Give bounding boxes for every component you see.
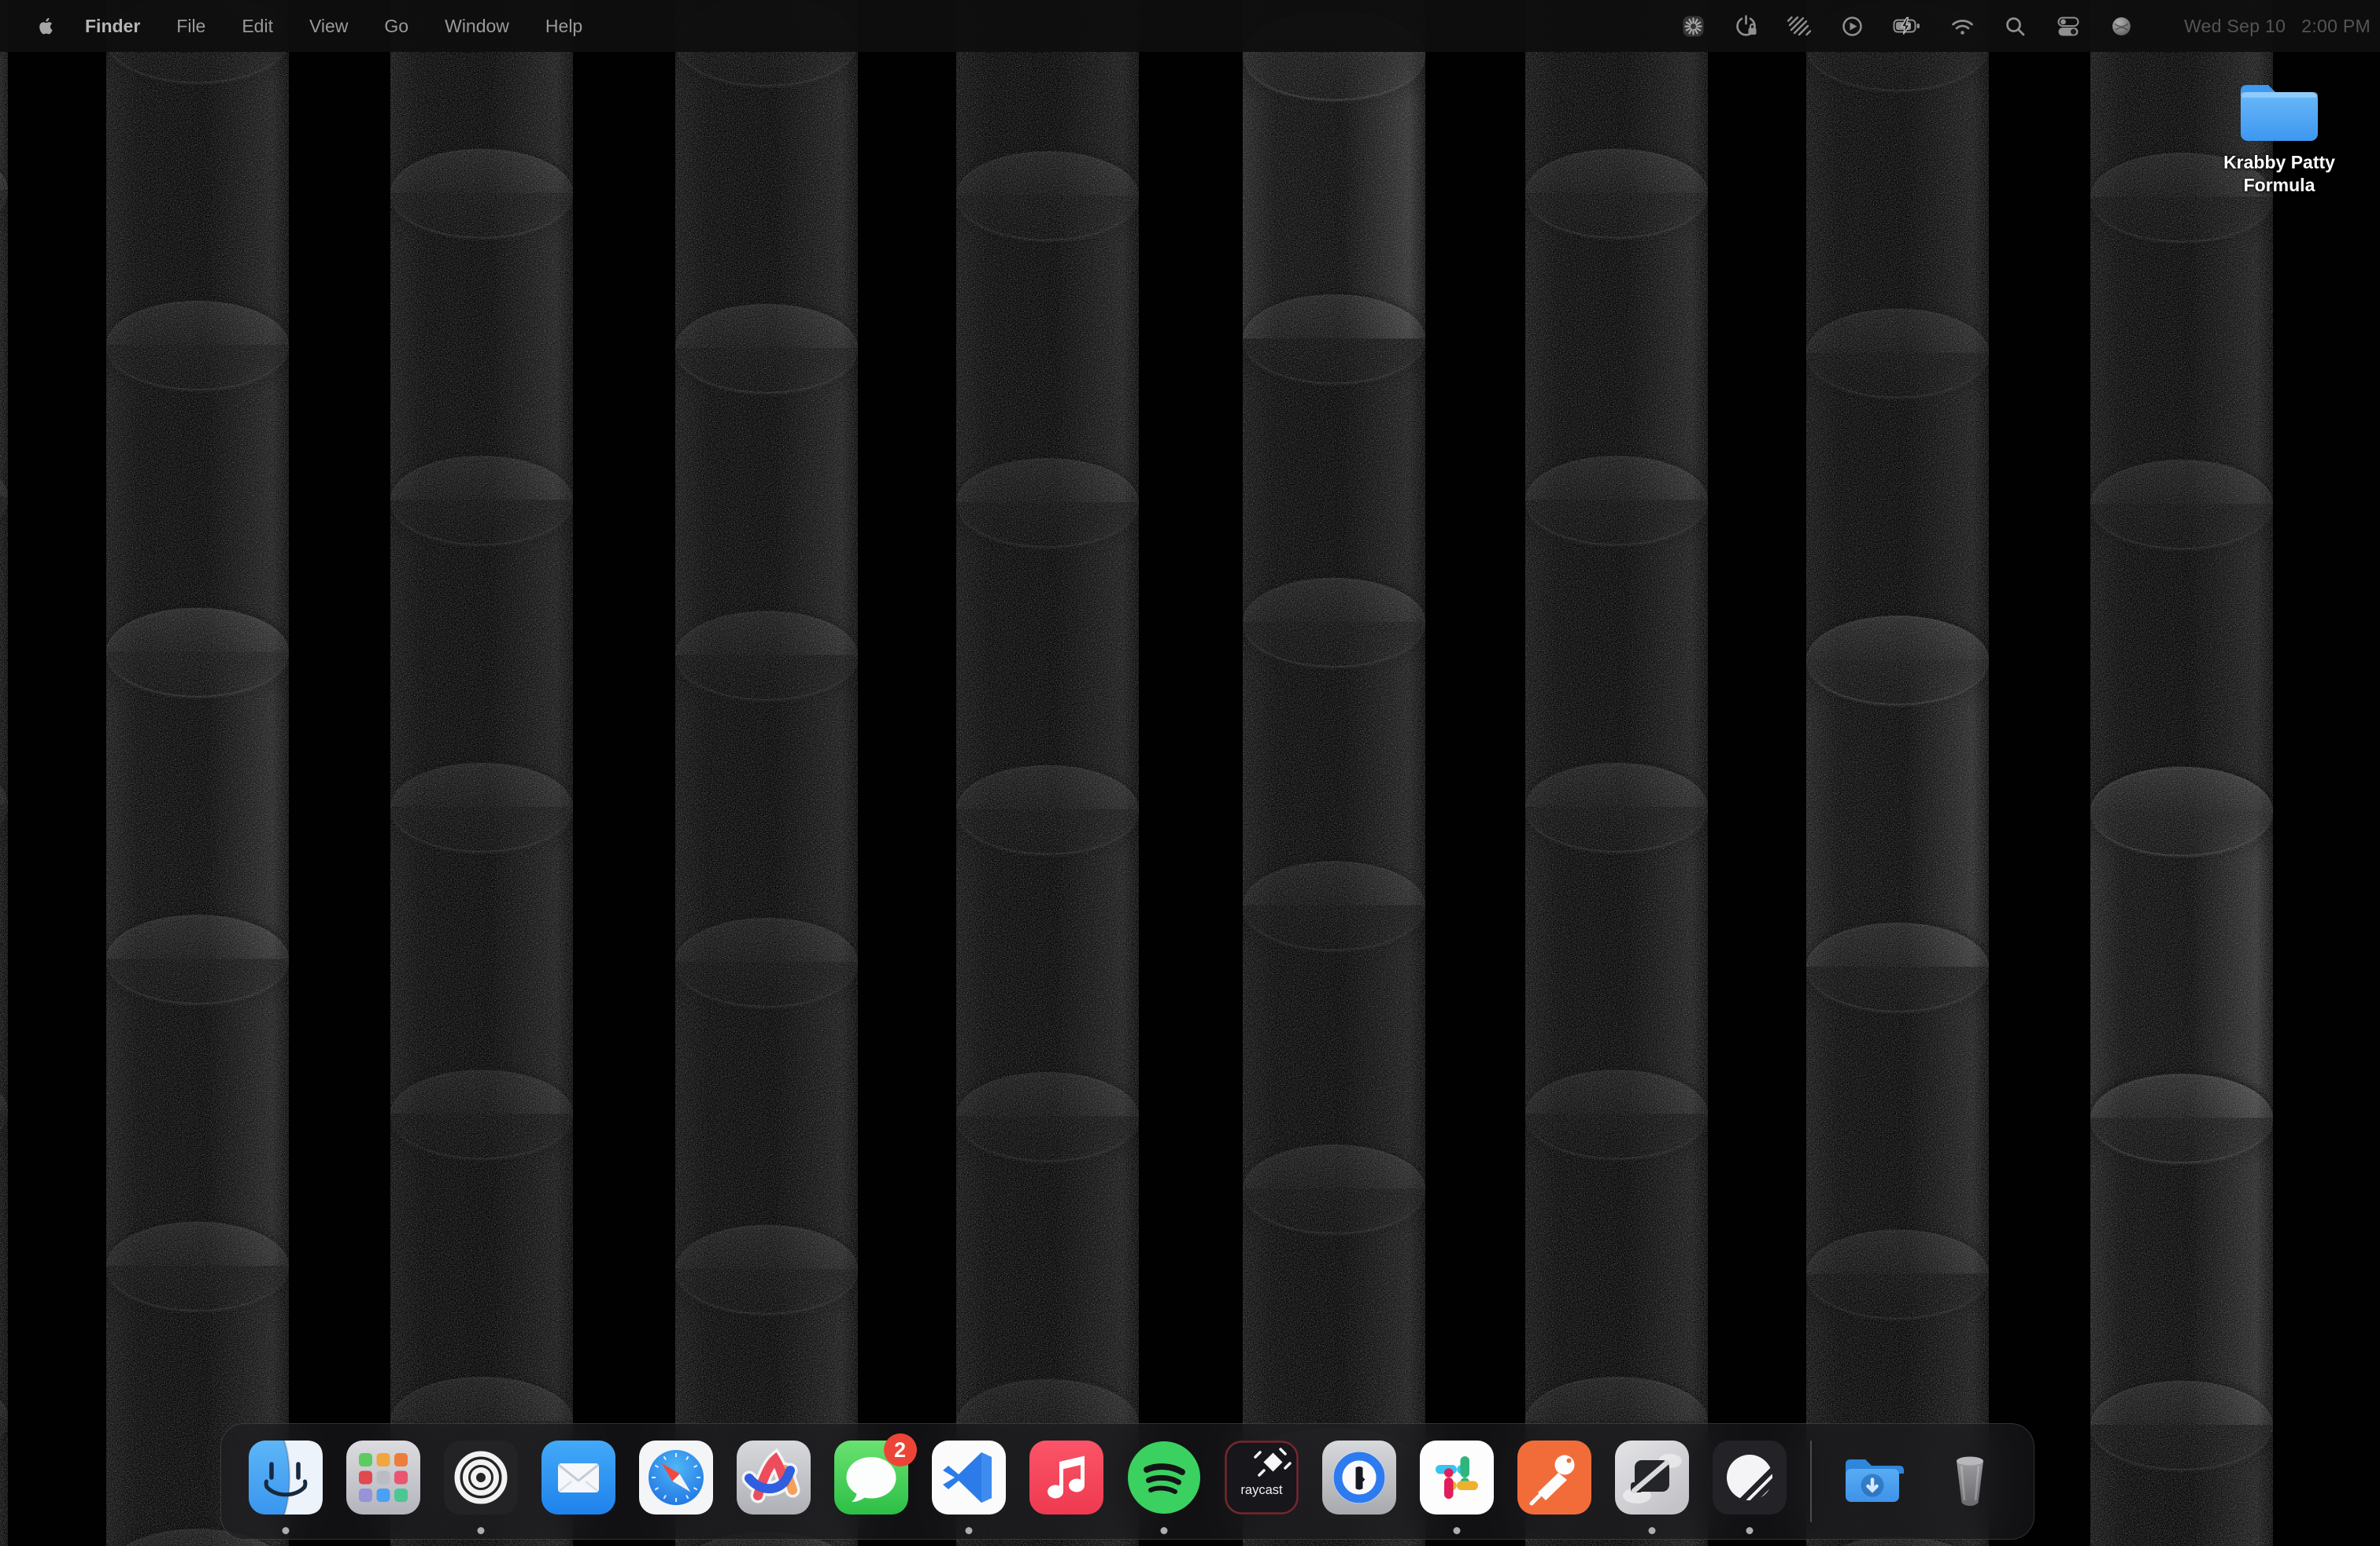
downloads-app-icon [1835,1441,1909,1515]
wifi-menu-icon[interactable] [1950,14,1975,39]
desktop-screen: Finder File Edit View Go Window Help Wed Sep 1… [0,0,2380,1546]
running-indicator [477,1527,484,1534]
dock-item-zed[interactable] [1603,1424,1701,1539]
running-indicator [1746,1527,1753,1534]
dock-item-finder[interactable] [237,1424,334,1539]
wallpaper-cylinder-column [1525,0,1708,1546]
menu-go[interactable]: Go [384,16,408,37]
power-lock-menu-icon[interactable] [1734,14,1758,39]
arc-app-icon [737,1441,811,1515]
vscode-app-icon [932,1441,1006,1515]
running-indicator [1160,1527,1167,1534]
linear-app-icon [1713,1441,1787,1515]
wallpaper-cylinder-column [1806,0,1989,1546]
dock-item-safari[interactable] [627,1424,725,1539]
dock-item-vscode[interactable] [920,1424,1018,1539]
menu-file[interactable]: File [176,16,205,37]
wallpaper-cylinder-column [1243,0,1425,1546]
wallpaper-cylinder-column [675,0,858,1546]
dock-item-slack[interactable] [1408,1424,1506,1539]
desktop-folder-krabby-patty-formula[interactable]: Krabby Patty Formula [2201,71,2358,197]
safari-app-icon [639,1441,713,1515]
dock-item-spotify[interactable] [1115,1424,1213,1539]
dock-item-music[interactable] [1018,1424,1115,1539]
desktop-wallpaper [0,0,2380,1546]
control-center-menu-icon[interactable] [2056,14,2081,39]
rewind-app-icon [444,1441,518,1515]
slack-app-icon [1420,1441,1494,1515]
dock-item-launchpad[interactable] [334,1424,432,1539]
dock-item-mail[interactable] [530,1424,627,1539]
menu-view[interactable]: View [309,16,348,37]
striped-slash-menu-icon[interactable] [1787,14,1812,38]
wallpaper-cylinder-column [2090,0,2273,1546]
dock-item-raycast[interactable]: raycast [1213,1424,1310,1539]
wallpaper-cylinder-column [0,0,8,1546]
wallpaper-cylinder-column [956,0,1139,1546]
starburst-menu-icon[interactable] [1681,14,1706,39]
messages-app-icon: 2 [834,1441,908,1515]
running-indicator [282,1527,289,1534]
mail-app-icon [541,1441,615,1515]
battery-charging-menu-icon[interactable] [1893,14,1922,38]
dock-item-rewind[interactable] [432,1424,530,1539]
globe-sphere-menu-icon[interactable] [2109,14,2134,39]
menu-edit[interactable]: Edit [242,16,273,37]
music-app-icon [1029,1441,1103,1515]
clock-date: Wed Sep 10 [2184,16,2286,37]
dock-item-messages[interactable]: 2 [822,1424,920,1539]
launchpad-app-icon [346,1441,420,1515]
dock: 2 raycast [220,1423,2034,1540]
blue-folder-icon [2233,71,2326,146]
dock-item-arc[interactable] [725,1424,822,1539]
dock-divider [1810,1441,1812,1522]
menu-bar: Finder File Edit View Go Window Help Wed Sep 1… [0,0,2380,52]
notification-badge: 2 [884,1433,917,1466]
trash-app-icon [1933,1441,2007,1515]
dock-item-downloads[interactable] [1824,1424,1921,1539]
running-indicator [965,1527,972,1534]
clock-time: 2:00 PM [2301,16,2371,37]
spotlight-search-menu-icon[interactable] [2003,14,2027,39]
onepassword-app-icon [1322,1441,1396,1515]
zed-app-icon [1615,1441,1689,1515]
desktop-folder-label: Krabby Patty Formula [2204,151,2355,197]
dock-item-onepassword[interactable] [1310,1424,1408,1539]
running-indicator [1453,1527,1460,1534]
svg-text:raycast: raycast [1240,1483,1283,1497]
menu-help[interactable]: Help [545,16,582,37]
menu-list: Finder File Edit View Go Window Help [85,16,582,37]
dock-item-trash[interactable] [1921,1424,2019,1539]
now-playing-menu-icon[interactable] [1840,14,1864,39]
finder-app-icon [249,1441,323,1515]
menu-bar-status-area: Wed Sep 10 2:00 PM [1681,14,2371,39]
menu-bar-clock[interactable]: Wed Sep 10 2:00 PM [2184,16,2371,37]
spotify-app-icon [1127,1441,1201,1515]
wallpaper-cylinder-column [106,0,289,1546]
dock-item-linear[interactable] [1701,1424,1798,1539]
raycast-app-icon: raycast [1225,1441,1299,1515]
dock-item-postman[interactable] [1506,1424,1603,1539]
running-indicator [1648,1527,1655,1534]
wallpaper-cylinder-column [390,0,573,1546]
menu-finder[interactable]: Finder [85,16,140,37]
postman-app-icon [1517,1441,1591,1515]
apple-menu-icon[interactable] [36,16,54,36]
menu-window[interactable]: Window [445,16,509,37]
